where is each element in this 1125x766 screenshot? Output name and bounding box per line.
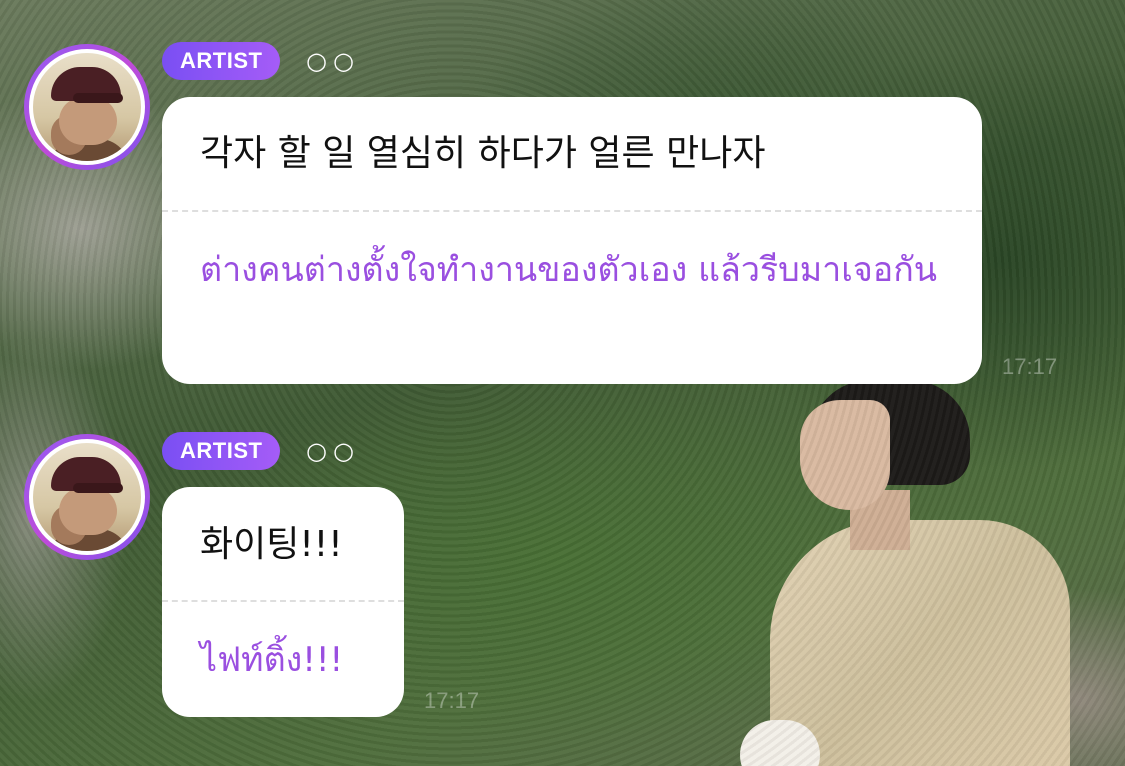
message-bubble[interactable]: 화이팅!!! ไฟท์ติ้ง!!! (162, 487, 404, 717)
original-text: 각자 할 일 열심히 하다가 얼른 만나자 (200, 133, 766, 174)
bubble-divider (162, 210, 982, 212)
status-dots: ○○ (306, 47, 360, 75)
artist-avatar[interactable] (24, 434, 150, 560)
message-time: 17:17 (424, 688, 480, 713)
translated-text: ต่างคนต่างตั้งใจทำงานของตัวเอง แล้วรีบมา… (200, 250, 938, 290)
translated-text: ไฟท์ติ้ง!!! (200, 640, 344, 680)
message-time: 17:17 (1002, 354, 1058, 379)
bubble-divider (162, 600, 404, 602)
message-bubble[interactable]: 각자 할 일 열심히 하다가 얼른 만나자 ต่างคนต่างตั้งใจทำ… (162, 97, 982, 384)
original-text: 화이팅!!! (200, 524, 343, 565)
status-dots: ○○ (306, 437, 360, 465)
artist-badge: ARTIST (162, 432, 281, 470)
artist-avatar[interactable] (24, 44, 150, 170)
artist-badge: ARTIST (162, 42, 281, 80)
background-person (740, 380, 1080, 766)
